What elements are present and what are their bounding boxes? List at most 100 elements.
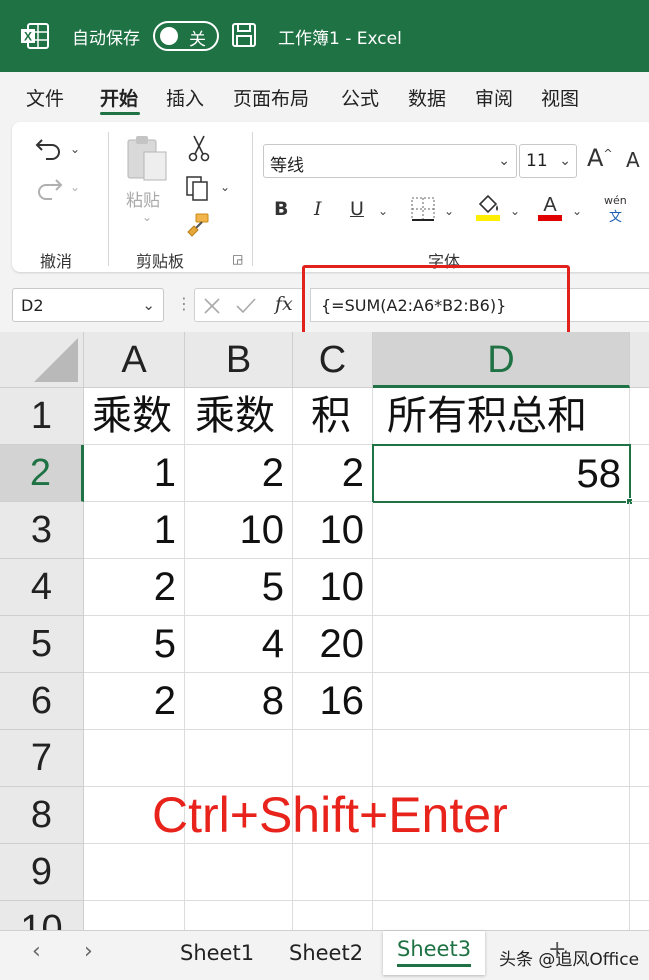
next-sheet-icon[interactable]: ›	[84, 939, 93, 964]
cell-d1[interactable]: 所有积总和	[373, 388, 630, 445]
sheet-tab-sheet1[interactable]: Sheet1	[180, 941, 254, 965]
row-header-8[interactable]: 8	[0, 787, 84, 844]
column-header-d[interactable]: D	[373, 332, 630, 388]
format-painter-icon[interactable]	[184, 212, 212, 238]
cell-c5[interactable]: 20	[293, 616, 373, 673]
cell-c9[interactable]	[293, 844, 373, 901]
cell-a6[interactable]: 2	[84, 673, 185, 730]
cell-e2[interactable]	[631, 445, 649, 502]
paste-label[interactable]: 粘贴	[126, 186, 160, 211]
underline-dropdown-icon[interactable]: ⌄	[378, 204, 388, 218]
cell-c10[interactable]	[293, 901, 373, 930]
row-header-1[interactable]: 1	[0, 388, 84, 445]
bold-button[interactable]: B	[274, 198, 288, 220]
cell-e5[interactable]	[630, 616, 649, 673]
tab-data[interactable]: 数据	[408, 84, 446, 111]
cell-e4[interactable]	[630, 559, 649, 616]
spreadsheet-grid[interactable]: A B C D 1 2 3 4 5 6 7 8 9 10 乘数 乘数 积 所有积…	[0, 332, 649, 930]
cell-c2[interactable]: 2	[293, 445, 373, 502]
cell-d4[interactable]	[373, 559, 630, 616]
decrease-font-icon[interactable]: A	[626, 148, 640, 172]
cancel-icon[interactable]	[203, 297, 221, 315]
cell-d9[interactable]	[373, 844, 630, 901]
font-color-dropdown-icon[interactable]: ⌄	[572, 204, 582, 218]
cell-c3[interactable]: 10	[293, 502, 373, 559]
underline-button[interactable]: U	[350, 198, 364, 220]
undo-dropdown-icon[interactable]: ⌄	[70, 142, 80, 156]
row-header-4[interactable]: 4	[0, 559, 84, 616]
autosave-toggle[interactable]: 关	[153, 21, 219, 51]
cell-a10[interactable]	[84, 901, 185, 930]
undo-icon[interactable]	[34, 134, 64, 162]
cell-b3[interactable]: 10	[185, 502, 293, 559]
column-header-e[interactable]	[630, 332, 649, 388]
cell-a3[interactable]: 1	[84, 502, 185, 559]
row-header-6[interactable]: 6	[0, 673, 84, 730]
cell-d3[interactable]	[373, 502, 630, 559]
row-header-3[interactable]: 3	[0, 502, 84, 559]
tab-review[interactable]: 审阅	[475, 84, 513, 111]
copy-dropdown-icon[interactable]: ⌄	[220, 180, 230, 194]
cell-d2-active[interactable]: 58	[372, 444, 631, 503]
column-header-c[interactable]: C	[293, 332, 373, 388]
font-size-select[interactable]: 11 ⌄	[519, 144, 577, 178]
redo-icon[interactable]	[34, 174, 64, 202]
save-icon[interactable]	[231, 22, 257, 48]
cell-a1[interactable]: 乘数	[84, 388, 185, 445]
tab-file[interactable]: 文件	[26, 84, 64, 111]
cell-b4[interactable]: 5	[185, 559, 293, 616]
cell-a2[interactable]: 1	[84, 445, 185, 502]
name-box[interactable]: D2 ⌄	[12, 288, 164, 322]
cell-c7[interactable]	[293, 730, 373, 787]
redo-dropdown-icon[interactable]: ⌄	[70, 180, 80, 194]
prev-sheet-icon[interactable]: ‹	[32, 939, 41, 964]
cell-e6[interactable]	[630, 673, 649, 730]
insert-function-icon[interactable]: fx	[275, 293, 293, 315]
font-name-select[interactable]: 等线 ⌄	[263, 144, 517, 178]
column-header-b[interactable]: B	[185, 332, 293, 388]
cell-e1[interactable]	[630, 388, 649, 445]
cell-a4[interactable]: 2	[84, 559, 185, 616]
cell-b1[interactable]: 乘数	[185, 388, 293, 445]
italic-button[interactable]: I	[314, 198, 322, 220]
clipboard-launcher-icon[interactable]: ◲	[232, 252, 243, 266]
cell-d10[interactable]	[373, 901, 630, 930]
paste-dropdown-icon[interactable]: ⌄	[142, 210, 152, 224]
cell-e9[interactable]	[630, 844, 649, 901]
row-header-2[interactable]: 2	[0, 445, 84, 502]
row-header-10[interactable]: 10	[0, 901, 84, 930]
tab-home[interactable]: 开始	[100, 84, 138, 111]
enter-icon[interactable]	[235, 297, 257, 315]
cell-c6[interactable]: 16	[293, 673, 373, 730]
cell-d5[interactable]	[373, 616, 630, 673]
font-color-icon[interactable]: A	[536, 192, 564, 222]
tab-page-layout[interactable]: 页面布局	[233, 84, 309, 111]
column-header-a[interactable]: A	[84, 332, 185, 388]
cut-icon[interactable]	[187, 134, 211, 162]
cell-e7[interactable]	[630, 730, 649, 787]
cell-a9[interactable]	[84, 844, 185, 901]
cell-e3[interactable]	[630, 502, 649, 559]
select-all-button[interactable]	[0, 332, 84, 388]
row-header-9[interactable]: 9	[0, 844, 84, 901]
cell-b2[interactable]: 2	[185, 445, 293, 502]
cell-a7[interactable]	[84, 730, 185, 787]
paste-icon[interactable]	[124, 134, 170, 184]
cell-e8[interactable]	[630, 787, 649, 844]
phonetic-bottom[interactable]: 文	[609, 206, 622, 225]
cell-b6[interactable]: 8	[185, 673, 293, 730]
fill-color-dropdown-icon[interactable]: ⌄	[510, 204, 520, 218]
row-header-5[interactable]: 5	[0, 616, 84, 673]
sheet-tab-sheet2[interactable]: Sheet2	[289, 941, 363, 965]
cell-b5[interactable]: 4	[185, 616, 293, 673]
cell-d7[interactable]	[373, 730, 630, 787]
cell-b9[interactable]	[185, 844, 293, 901]
tab-insert[interactable]: 插入	[166, 84, 204, 111]
increase-font-icon[interactable]: A^	[587, 144, 613, 172]
borders-icon[interactable]	[410, 196, 436, 222]
row-header-7[interactable]: 7	[0, 730, 84, 787]
cell-b7[interactable]	[185, 730, 293, 787]
sheet-tab-sheet3[interactable]: Sheet3	[383, 931, 486, 975]
cell-c4[interactable]: 10	[293, 559, 373, 616]
tab-formulas[interactable]: 公式	[341, 84, 379, 111]
